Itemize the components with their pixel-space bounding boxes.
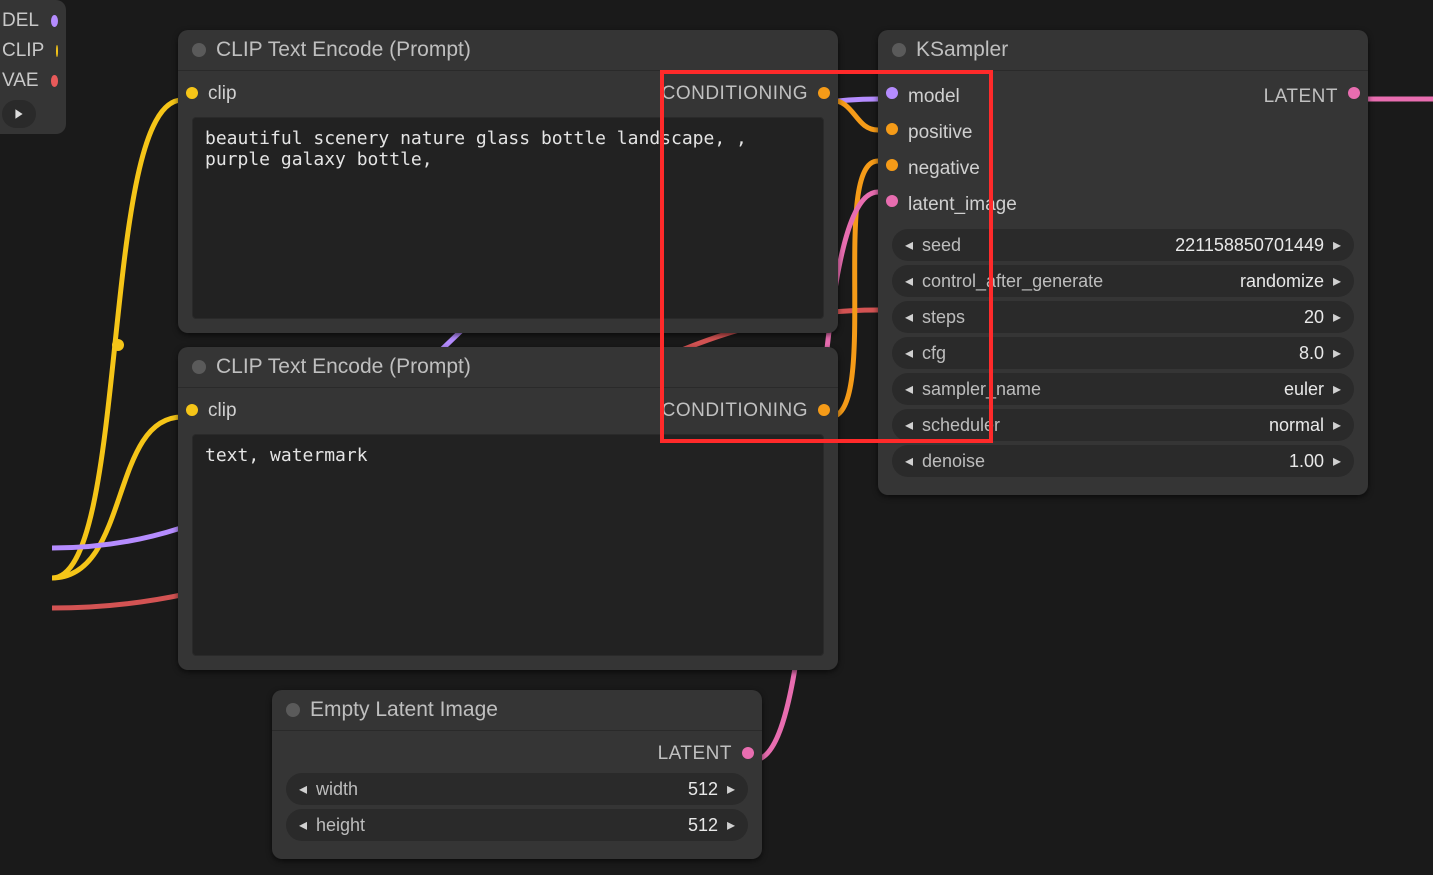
decrement-arrow-icon[interactable]: ◂	[292, 779, 314, 799]
increment-arrow-icon[interactable]: ▸	[1326, 307, 1348, 327]
port-model-out[interactable]	[51, 15, 58, 27]
widget-name: steps	[920, 307, 965, 328]
port-negative-in[interactable]	[886, 159, 898, 171]
increment-arrow-icon[interactable]: ▸	[1326, 271, 1348, 291]
port-model-in[interactable]	[886, 87, 898, 99]
increment-arrow-icon[interactable]: ▸	[1326, 235, 1348, 255]
collapse-dot-icon[interactable]	[192, 360, 206, 374]
node-header[interactable]: Empty Latent Image	[272, 690, 762, 731]
input-clip-label: clip	[208, 83, 237, 105]
node-header[interactable]: CLIP Text Encode (Prompt)	[178, 347, 838, 388]
port-latent-image-in[interactable]	[886, 195, 898, 207]
widget-value[interactable]: 8.0	[946, 343, 1326, 364]
increment-arrow-icon[interactable]: ▸	[1326, 451, 1348, 471]
input-latent-image-label: latent_image	[908, 194, 1017, 216]
decrement-arrow-icon[interactable]: ◂	[898, 343, 920, 363]
output-clip-label: CLIP	[2, 40, 44, 62]
output-model-row[interactable]: DEL	[2, 6, 58, 36]
decrement-arrow-icon[interactable]: ◂	[898, 451, 920, 471]
widget-name: sampler_name	[920, 379, 1041, 400]
port-clip-in[interactable]	[186, 87, 198, 99]
decrement-arrow-icon[interactable]: ◂	[898, 271, 920, 291]
output-vae-row[interactable]: VAE	[2, 66, 58, 96]
decrement-arrow-icon[interactable]: ◂	[292, 815, 314, 835]
output-clip-row[interactable]: CLIP	[2, 36, 58, 66]
ksampler-scheduler-widget[interactable]: ◂schedulernormal▸	[892, 409, 1354, 441]
node-header[interactable]: KSampler	[878, 30, 1368, 71]
ksampler-seed-widget[interactable]: ◂seed221158850701449▸	[892, 229, 1354, 261]
output-model-label: DEL	[2, 10, 39, 32]
ksampler-node[interactable]: KSampler model LATENT positive	[878, 30, 1368, 495]
collapse-dot-icon[interactable]	[892, 43, 906, 57]
port-positive-in[interactable]	[886, 123, 898, 135]
port-clip-out[interactable]	[56, 45, 58, 57]
empty-latent-image-node[interactable]: Empty Latent Image LATENT ◂width512▸◂hei…	[272, 690, 762, 859]
node-title: KSampler	[916, 38, 1008, 62]
output-conditioning-label: CONDITIONING	[662, 83, 808, 105]
prompt-textarea[interactable]: text, watermark	[192, 434, 824, 656]
checkpoint-loader-node-partial[interactable]: DEL CLIP VAE	[0, 0, 66, 134]
port-vae-out[interactable]	[51, 75, 58, 87]
increment-arrow-icon[interactable]: ▸	[720, 779, 742, 799]
widget-value[interactable]: 221158850701449	[961, 235, 1326, 256]
ksampler-cfg-widget[interactable]: ◂cfg8.0▸	[892, 337, 1354, 369]
output-latent-label: LATENT	[1264, 86, 1338, 108]
decrement-arrow-icon[interactable]: ◂	[898, 379, 920, 399]
decrement-arrow-icon[interactable]: ◂	[898, 415, 920, 435]
input-positive-label: positive	[908, 122, 972, 144]
widget-value[interactable]: 20	[965, 307, 1326, 328]
node-header[interactable]: CLIP Text Encode (Prompt)	[178, 30, 838, 71]
increment-arrow-icon[interactable]: ▸	[1326, 343, 1348, 363]
widget-name: width	[314, 779, 358, 800]
widget-name: cfg	[920, 343, 946, 364]
decrement-arrow-icon[interactable]: ◂	[898, 235, 920, 255]
port-latent-out[interactable]	[742, 747, 754, 759]
output-vae-label: VAE	[2, 70, 39, 92]
node-title: Empty Latent Image	[310, 698, 498, 722]
input-negative-label: negative	[908, 158, 980, 180]
output-latent-label: LATENT	[658, 743, 732, 765]
port-conditioning-out[interactable]	[818, 404, 830, 416]
clip-text-encode-positive-node[interactable]: CLIP Text Encode (Prompt) clip CONDITION…	[178, 30, 838, 333]
widget-name: control_after_generate	[920, 271, 1103, 292]
widget-value[interactable]: randomize	[1103, 271, 1326, 292]
widget-value[interactable]: 512	[358, 779, 720, 800]
widget-name: scheduler	[920, 415, 1000, 436]
widget-value[interactable]: 512	[365, 815, 720, 836]
input-model-label: model	[908, 86, 960, 108]
widget-name: seed	[920, 235, 961, 256]
ksampler-control_after_generate-widget[interactable]: ◂control_after_generaterandomize▸	[892, 265, 1354, 297]
empty-latent-height-widget[interactable]: ◂height512▸	[286, 809, 748, 841]
port-latent-out[interactable]	[1348, 87, 1360, 99]
decrement-arrow-icon[interactable]: ◂	[898, 307, 920, 327]
widget-value[interactable]: 1.00	[985, 451, 1326, 472]
increment-arrow-icon[interactable]: ▸	[1326, 415, 1348, 435]
node-title: CLIP Text Encode (Prompt)	[216, 355, 471, 379]
increment-arrow-icon[interactable]: ▸	[720, 815, 742, 835]
input-clip-label: clip	[208, 400, 237, 422]
ksampler-sampler_name-widget[interactable]: ◂sampler_nameeuler▸	[892, 373, 1354, 405]
widget-value[interactable]: normal	[1000, 415, 1326, 436]
output-conditioning-label: CONDITIONING	[662, 400, 808, 422]
ksampler-steps-widget[interactable]: ◂steps20▸	[892, 301, 1354, 333]
prompt-textarea[interactable]: beautiful scenery nature glass bottle la…	[192, 117, 824, 319]
collapse-dot-icon[interactable]	[286, 703, 300, 717]
play-icon	[13, 108, 25, 120]
node-title: CLIP Text Encode (Prompt)	[216, 38, 471, 62]
port-conditioning-out[interactable]	[818, 87, 830, 99]
increment-arrow-icon[interactable]: ▸	[1326, 379, 1348, 399]
ksampler-denoise-widget[interactable]: ◂denoise1.00▸	[892, 445, 1354, 477]
widget-name: denoise	[920, 451, 985, 472]
collapse-dot-icon[interactable]	[192, 43, 206, 57]
widget-value[interactable]: euler	[1041, 379, 1326, 400]
widget-name: height	[314, 815, 365, 836]
empty-latent-width-widget[interactable]: ◂width512▸	[286, 773, 748, 805]
loader-widget-button[interactable]	[2, 100, 36, 128]
port-clip-in[interactable]	[186, 404, 198, 416]
clip-text-encode-negative-node[interactable]: CLIP Text Encode (Prompt) clip CONDITION…	[178, 347, 838, 670]
